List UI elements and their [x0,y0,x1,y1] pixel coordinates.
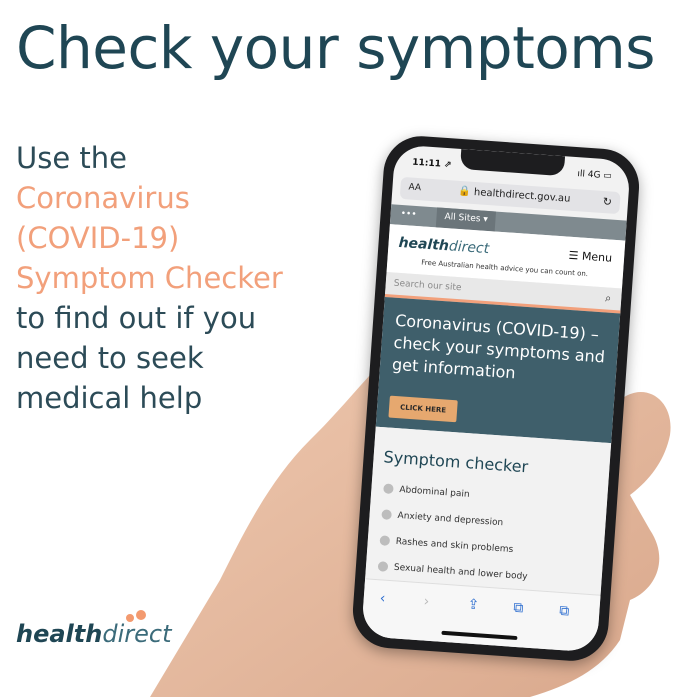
page-headline: Check your symptoms [16,14,656,82]
share-icon[interactable]: ⇪ [467,597,480,614]
search-icon[interactable]: ⌕ [605,291,612,305]
promo-accent-line: (COVID-19) [16,221,180,255]
site-logo-health: health [398,234,450,255]
brand-dot-icon [126,614,134,622]
reload-icon[interactable]: ↻ [602,195,612,209]
brand-word-health: health [16,620,103,648]
phone-screen: 11:11 ⇗ ıll 4G ▭ AA 🔒 healthdirect.gov.a… [361,144,631,653]
status-time: 11:11 ⇗ [411,157,452,171]
search-input[interactable]: Search our site [393,279,461,294]
back-icon[interactable]: ‹ [379,590,386,606]
promo-line: Use the [16,141,127,175]
symptom-item-label: Abdominal pain [399,484,470,500]
url-text[interactable]: 🔒 healthdirect.gov.au [458,186,571,205]
menu-button[interactable]: ☰ Menu [568,249,612,265]
symptom-item[interactable]: Rashes and skin problems [379,535,514,556]
circle-icon [381,509,392,520]
symptom-item[interactable]: Sexual health and lower body [377,561,528,583]
symptom-item[interactable]: Anxiety and depression [381,509,503,528]
circle-icon [377,561,389,572]
promo-accent-line: Symptom Checker [16,261,283,295]
hero-title: Coronavirus (COVID-19) – check your symp… [391,310,606,383]
phone-mockup: 11:11 ⇗ ıll 4G ▭ AA 🔒 healthdirect.gov.a… [350,133,642,664]
symptom-checker-section: Symptom checker Abdominal pain Anxiety a… [364,426,612,603]
symptom-item-label: Rashes and skin problems [395,536,514,556]
home-indicator [441,630,518,641]
symptom-item-label: Anxiety and depression [397,510,504,529]
circle-icon [379,535,391,546]
home-icon[interactable]: ••• [400,209,417,220]
site-tagline: Free Australian health advice you can co… [421,258,589,279]
symptom-item-label: Sexual health and lower body [393,562,528,583]
symptom-checker-heading: Symptom checker [382,447,529,477]
hero-banner: Coronavirus (COVID-19) – check your symp… [375,296,621,444]
site-logo-direct: direct [448,238,490,258]
brand-logo: healthdirect [16,610,171,648]
brand-dot-icon [136,610,146,620]
bookmarks-icon[interactable]: ⧉ [513,600,524,617]
promo-accent-line: Coronavirus [16,181,190,215]
symptom-item[interactable]: Abdominal pain [383,483,470,500]
status-signal: ıll 4G ▭ [577,169,613,182]
click-here-button[interactable]: CLICK HERE [388,395,458,423]
tabs-icon[interactable]: ⧉ [559,603,570,620]
text-size-button[interactable]: AA [408,182,421,193]
forward-icon[interactable]: › [423,593,430,609]
circle-icon [383,483,394,495]
site-logo[interactable]: healthdirect [398,235,490,257]
